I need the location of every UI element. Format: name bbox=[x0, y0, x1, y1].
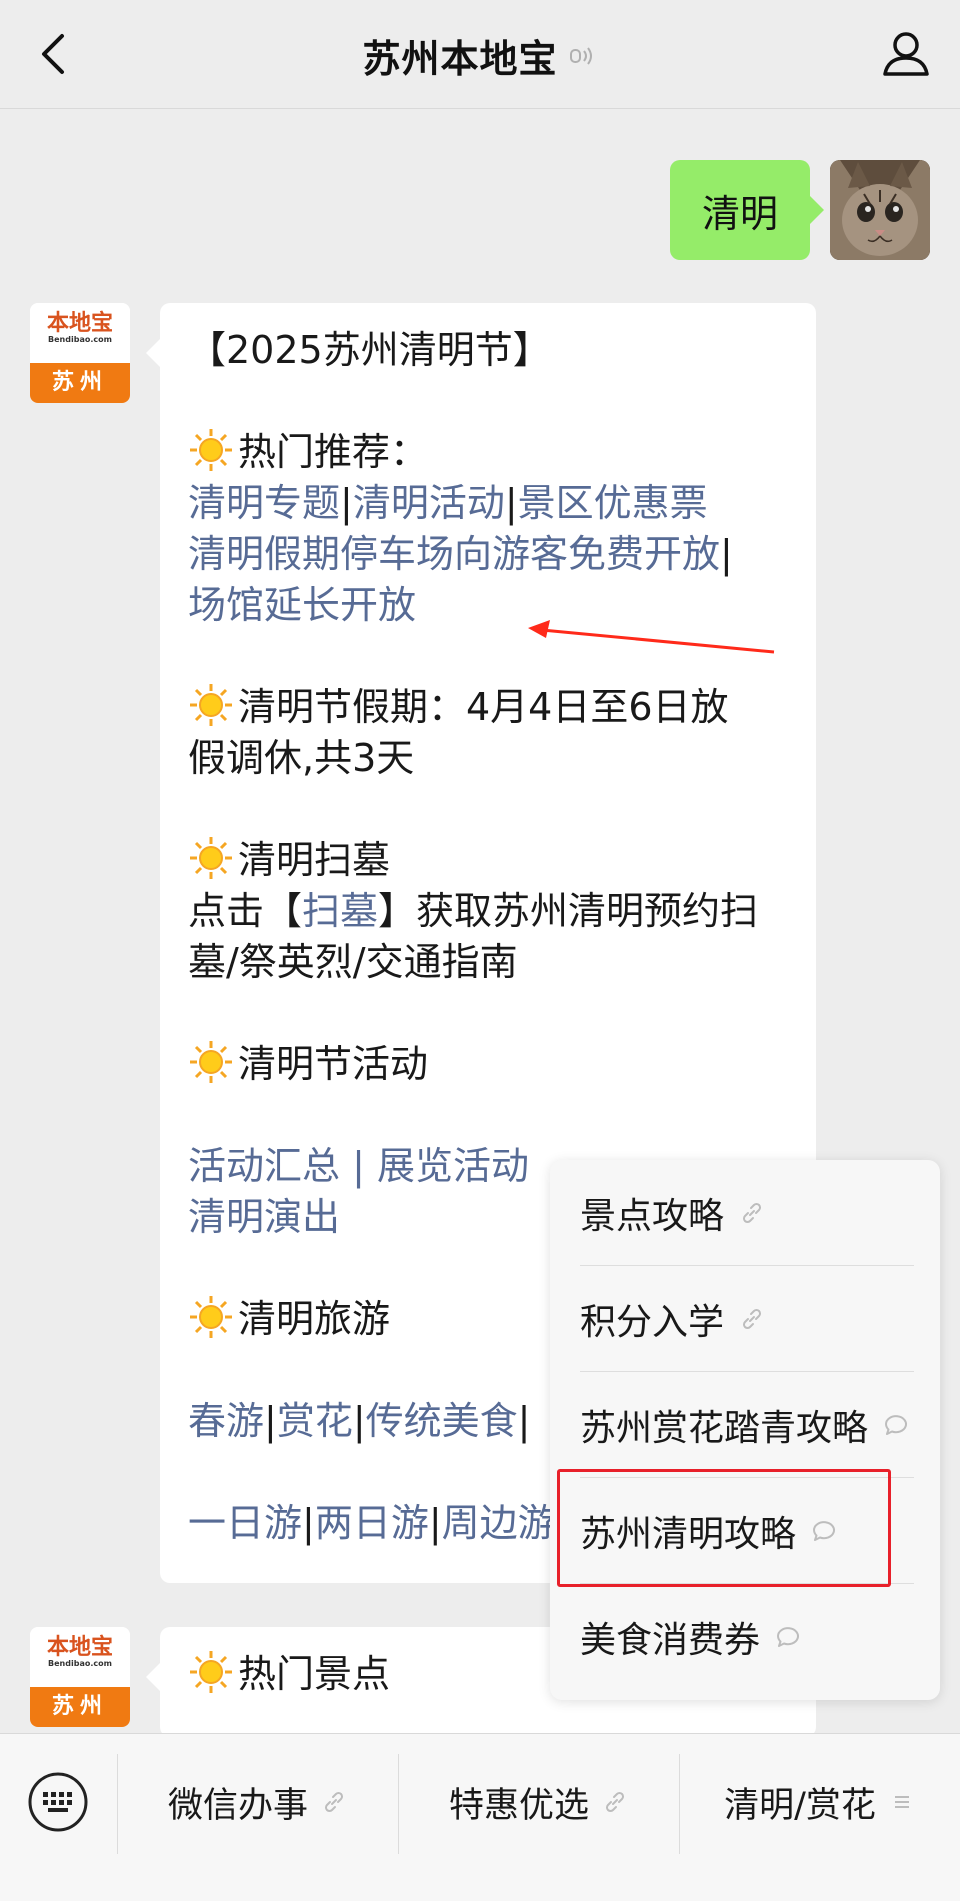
separator: | bbox=[517, 1399, 531, 1443]
tomb-line2: 墓/祭英烈/交通指南 bbox=[188, 940, 518, 984]
separator: | bbox=[352, 1399, 366, 1443]
profile-button[interactable] bbox=[878, 26, 934, 82]
user-avatar[interactable] bbox=[830, 160, 930, 260]
official-account-avatar[interactable]: 本地宝 Bendibao.com 苏州 bbox=[30, 1627, 130, 1727]
submenu-popup: 景点攻略 积分入学 苏州赏花踏青攻略 苏州清明攻略 美食消费券 bbox=[550, 1160, 940, 1700]
separator: | bbox=[504, 481, 518, 525]
link-nearby-trip[interactable]: 周边游 bbox=[442, 1501, 556, 1545]
highlight-annotation-box bbox=[557, 1469, 891, 1587]
link-qingming-topic[interactable]: 清明专题 bbox=[188, 481, 340, 525]
menu-wechat-services[interactable]: 微信办事 bbox=[118, 1734, 398, 1870]
holiday-line2: 假调休,共3天 bbox=[188, 736, 415, 780]
travel-title: 清明旅游 bbox=[238, 1297, 391, 1341]
logo-city-text: 苏州 bbox=[30, 1687, 130, 1727]
tomb-title: 清明扫墓 bbox=[238, 838, 391, 882]
link-icon bbox=[742, 1202, 762, 1223]
menu-special-deals[interactable]: 特惠优选 bbox=[399, 1734, 679, 1870]
menu-qingming-flowers[interactable]: 清明/赏花 bbox=[680, 1734, 960, 1870]
logo-brand-text: 本地宝 bbox=[46, 310, 113, 336]
link-qingming-events[interactable]: 清明活动 bbox=[353, 481, 505, 525]
link-flower-viewing[interactable]: 赏花 bbox=[277, 1399, 353, 1443]
sun-icon bbox=[190, 684, 232, 726]
chat-bubble-icon bbox=[777, 1627, 799, 1647]
logo-url-text: Bendibao.com bbox=[48, 1659, 112, 1668]
tomb-pre: 点击【 bbox=[188, 889, 303, 933]
link-two-day-trip[interactable]: 两日游 bbox=[315, 1501, 429, 1545]
link-extended-hours[interactable]: 场馆延长开放 bbox=[188, 583, 416, 627]
sound-wave-icon bbox=[569, 46, 592, 65]
link-qingming-shows[interactable]: 清明演出 bbox=[188, 1195, 340, 1239]
submenu-item-label: 苏州赏花踏青攻略 bbox=[580, 1407, 869, 1449]
events-heading: 清明节活动 bbox=[188, 1039, 788, 1090]
submenu-item-flower-guide[interactable]: 苏州赏花踏青攻略 bbox=[580, 1372, 914, 1478]
nav-bar: 苏州本地宝 bbox=[0, 0, 960, 109]
submenu-item-label: 景点攻略 bbox=[580, 1195, 725, 1237]
hot-spots-title: 热门景点 bbox=[238, 1652, 391, 1696]
separator: | bbox=[428, 1501, 442, 1545]
annotation-arrow bbox=[528, 620, 775, 654]
hot-links-line1: 清明专题|清明活动|景区优惠票 bbox=[188, 478, 788, 529]
page-title: 苏州本地宝 bbox=[0, 28, 960, 83]
menu-label: 清明/赏花 bbox=[724, 1785, 876, 1826]
tomb-heading: 清明扫墓 bbox=[188, 835, 788, 886]
menu-lines-icon bbox=[894, 1796, 909, 1808]
separator: | bbox=[340, 481, 353, 525]
sun-icon bbox=[190, 1651, 232, 1693]
link-one-day-trip[interactable]: 一日游 bbox=[188, 1501, 302, 1545]
separator: | bbox=[720, 532, 733, 576]
link-traditional-food[interactable]: 传统美食 bbox=[366, 1399, 518, 1443]
tomb-post: 】获取苏州清明预约扫 bbox=[378, 889, 759, 933]
events-title: 清明节活动 bbox=[238, 1042, 429, 1086]
submenu-item-school-points[interactable]: 积分入学 bbox=[580, 1266, 914, 1372]
sun-icon bbox=[190, 1296, 232, 1338]
submenu-item-food-vouchers[interactable]: 美食消费券 bbox=[580, 1584, 914, 1690]
hot-recommend-heading: 热门推荐： bbox=[188, 427, 788, 478]
link-exhibitions[interactable]: 展览活动 bbox=[377, 1144, 529, 1188]
link-events-summary[interactable]: 活动汇总 bbox=[188, 1144, 340, 1188]
keyboard-icon bbox=[28, 1772, 88, 1832]
submenu-item-label: 积分入学 bbox=[580, 1301, 725, 1343]
link-icon bbox=[742, 1308, 762, 1329]
hot-recommend-label: 热门推荐： bbox=[238, 430, 429, 474]
logo-brand-text: 本地宝 bbox=[46, 1634, 113, 1660]
user-profile-icon bbox=[883, 32, 929, 76]
tomb-line1: 点击【扫墓】获取苏州清明预约扫 bbox=[188, 886, 788, 937]
sun-icon bbox=[190, 429, 232, 471]
separator: | bbox=[302, 1501, 315, 1545]
keyboard-button[interactable] bbox=[26, 1770, 90, 1834]
chat-bubble-icon bbox=[885, 1414, 907, 1435]
holiday-line1: 清明节假期：4月4日至6日放 bbox=[238, 685, 729, 729]
menu-label: 特惠优选 bbox=[448, 1785, 589, 1826]
separator: | bbox=[264, 1399, 277, 1443]
outgoing-message-bubble[interactable]: 清明 bbox=[669, 160, 825, 260]
logo-top: 本地宝 Bendibao.com bbox=[30, 303, 130, 363]
logo-url-text: Bendibao.com bbox=[48, 335, 112, 344]
link-discount-tickets[interactable]: 景区优惠票 bbox=[518, 481, 708, 525]
bottom-menu-bar: 微信办事 特惠优选 清明/赏花 bbox=[0, 1733, 960, 1901]
link-tomb-sweeping[interactable]: 扫墓 bbox=[302, 889, 378, 933]
sun-icon bbox=[190, 1041, 232, 1083]
submenu-item-label: 美食消费券 bbox=[580, 1620, 761, 1661]
link-spring-outing[interactable]: 春游 bbox=[188, 1399, 264, 1443]
cat-avatar-icon bbox=[830, 160, 930, 260]
sun-icon bbox=[190, 837, 232, 879]
hot-links-line2: 清明假期停车场向游客免费开放| bbox=[188, 529, 788, 580]
logo-top: 本地宝 Bendibao.com bbox=[30, 1627, 130, 1687]
link-free-parking[interactable]: 清明假期停车场向游客免费开放 bbox=[188, 532, 720, 576]
holiday-info: 清明节假期：4月4日至6日放 bbox=[188, 682, 788, 733]
official-account-avatar[interactable]: 本地宝 Bendibao.com 苏州 bbox=[30, 303, 130, 403]
link-icon bbox=[324, 1791, 344, 1813]
menu-label: 微信办事 bbox=[167, 1785, 308, 1826]
link-icon bbox=[605, 1791, 625, 1813]
logo-city-text: 苏州 bbox=[30, 363, 130, 403]
submenu-item-attractions[interactable]: 景点攻略 bbox=[580, 1160, 914, 1266]
separator: | bbox=[340, 1144, 377, 1188]
account-name: 苏州本地宝 bbox=[362, 37, 558, 81]
outgoing-message-text: 清明 bbox=[701, 191, 778, 236]
reply-title: 【2025苏州清明节】 bbox=[188, 328, 551, 372]
